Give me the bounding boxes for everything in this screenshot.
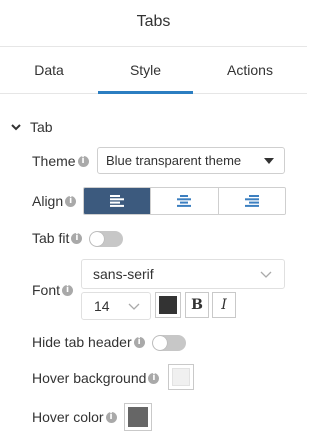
- hover-background-color-picker[interactable]: [168, 364, 194, 390]
- section-label: Tab: [30, 119, 53, 135]
- theme-select[interactable]: Blue transparent theme: [97, 147, 285, 174]
- hover-color-picker[interactable]: [124, 403, 152, 431]
- hover-color-fill: [128, 407, 148, 427]
- chevron-down-icon: [260, 271, 272, 278]
- section-tab-header[interactable]: Tab: [10, 118, 53, 136]
- info-icon: i: [148, 372, 160, 384]
- align-center-icon: [177, 195, 192, 207]
- tab-style[interactable]: Style: [98, 47, 193, 94]
- align-segmented-control: [83, 187, 286, 215]
- info-icon: i: [133, 336, 145, 348]
- info-icon: i: [105, 411, 117, 423]
- hide-tab-header-toggle[interactable]: [152, 335, 186, 351]
- align-right-icon: [244, 195, 259, 207]
- align-label: Align i: [32, 193, 77, 209]
- font-color-fill: [159, 296, 177, 314]
- info-icon: i: [77, 155, 89, 167]
- align-left-button[interactable]: [84, 188, 151, 214]
- hover-background-label: Hover background i: [32, 370, 160, 386]
- tab-data[interactable]: Data: [0, 47, 98, 93]
- align-left-icon: [110, 195, 125, 207]
- hide-tab-header-label: Hide tab header i: [32, 334, 145, 350]
- tab-fit-toggle[interactable]: [89, 231, 123, 247]
- tab-bar: Data Style Actions: [0, 46, 307, 94]
- font-label: Font i: [32, 282, 74, 298]
- font-size-select[interactable]: 14: [81, 292, 151, 320]
- italic-button[interactable]: I: [212, 292, 236, 318]
- caret-down-icon: [264, 158, 274, 164]
- theme-label: Theme i: [32, 153, 89, 169]
- tab-actions[interactable]: Actions: [193, 47, 307, 93]
- info-icon: i: [62, 284, 74, 296]
- info-icon: i: [71, 232, 83, 244]
- font-settings: sans-serif 14 B I: [81, 259, 285, 320]
- chevron-down-icon: [128, 303, 140, 310]
- panel-title: Tabs: [136, 13, 171, 30]
- tab-fit-label: Tab fit i: [32, 230, 83, 246]
- bold-button[interactable]: B: [185, 292, 209, 318]
- info-icon: i: [65, 195, 77, 207]
- align-right-button[interactable]: [217, 188, 285, 214]
- hover-background-fill: [172, 368, 190, 386]
- font-family-select[interactable]: sans-serif: [81, 259, 285, 289]
- toggle-knob: [153, 336, 167, 350]
- chevron-down-icon: [11, 124, 21, 131]
- font-color-picker[interactable]: [155, 292, 181, 318]
- toggle-knob: [90, 232, 104, 246]
- align-center-button[interactable]: [150, 188, 218, 214]
- hover-color-label: Hover color i: [32, 409, 117, 425]
